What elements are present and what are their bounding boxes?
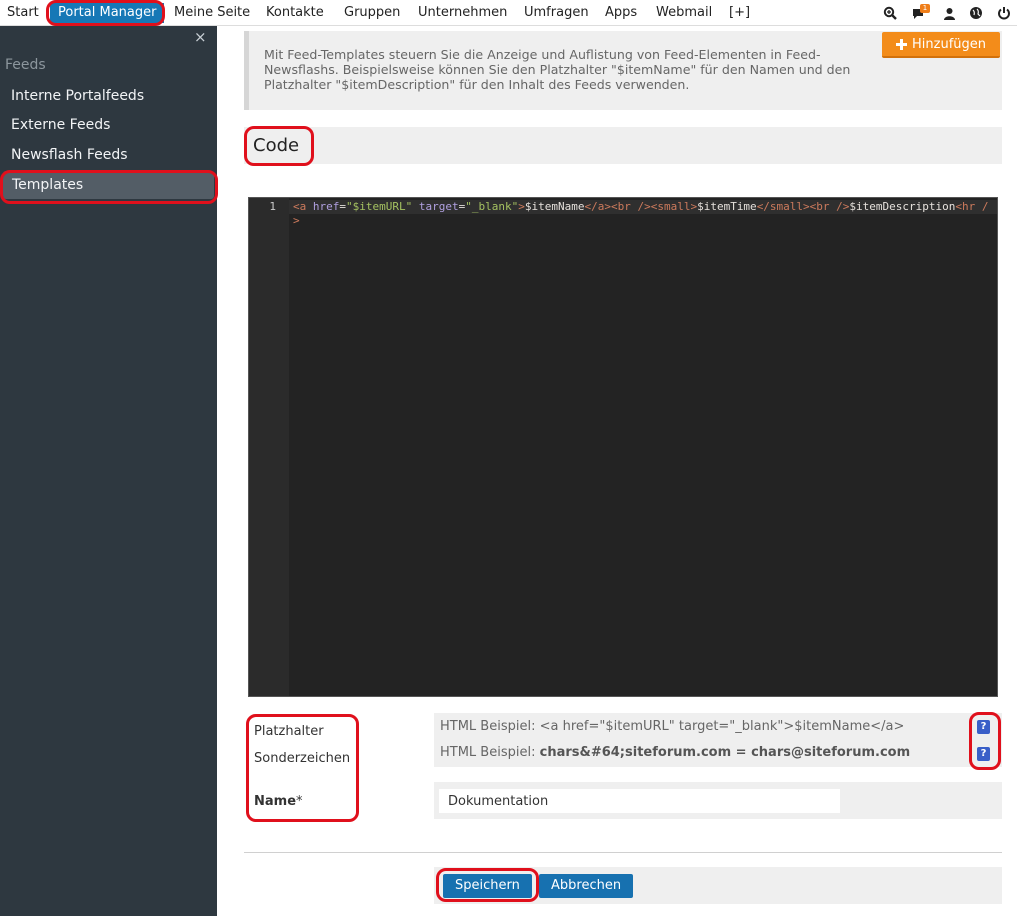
sidebar-item-newsflash-feeds[interactable]: Newsflash Feeds: [11, 147, 128, 163]
help-icon-placeholder[interactable]: ?: [977, 720, 990, 734]
nav-item-unternehmen[interactable]: Unternehmen: [418, 3, 507, 23]
close-icon[interactable]: ×: [194, 29, 207, 45]
special-example-code: chars&#64;siteforum.com = chars@siteforu…: [539, 745, 911, 760]
name-field-row: [434, 782, 1002, 819]
divider: [244, 852, 1002, 853]
name-input[interactable]: [439, 789, 840, 813]
power-icon[interactable]: [995, 4, 1013, 22]
name-label: Name*: [254, 794, 303, 809]
nav-item-umfragen[interactable]: Umfragen: [524, 3, 589, 23]
code-content[interactable]: <a href="$itemURL" target="_blank">$item…: [293, 200, 993, 228]
sidebar-item-templates[interactable]: Templates: [3, 171, 214, 199]
nav-item-kontakte[interactable]: Kontakte: [266, 3, 324, 23]
add-button-label: Hinzufügen: [912, 36, 986, 52]
nav-item-start[interactable]: Start: [7, 3, 39, 23]
nav-item-apps[interactable]: Apps: [605, 3, 637, 23]
chat-icon[interactable]: 1: [910, 4, 930, 22]
line-number: 1: [269, 200, 276, 213]
nav-item-webmail[interactable]: Webmail: [656, 3, 712, 23]
help-icon-special-chars[interactable]: ?: [977, 747, 990, 761]
required-mark: *: [296, 794, 303, 809]
save-button[interactable]: Speichern: [443, 874, 532, 898]
editor-gutter: 1: [249, 198, 289, 696]
globe-icon[interactable]: [967, 4, 985, 22]
nav-item-more[interactable]: [+]: [729, 3, 750, 23]
placeholder-example-code: <a href="$itemURL" target="_blank">$item…: [539, 719, 905, 734]
notification-badge: 1: [920, 4, 930, 13]
name-label-text: Name: [254, 794, 297, 809]
placeholder-info-box: HTML Beispiel: <a href="$itemURL" target…: [434, 713, 1002, 767]
special-chars-example: HTML Beispiel: chars&#64;siteforum.com =…: [440, 745, 910, 760]
sidebar-item-externe-feeds[interactable]: Externe Feeds: [11, 117, 110, 133]
action-bar: Speichern Abbrechen: [434, 867, 1002, 904]
user-icon[interactable]: [940, 4, 958, 22]
info-text: Mit Feed-Templates steuern Sie die Anzei…: [264, 47, 851, 92]
code-editor[interactable]: 1 <a href="$itemURL" target="_blank">$it…: [248, 197, 998, 697]
top-navigation: Start Portal Manager Meine Seite Kontakt…: [0, 0, 1017, 26]
nav-item-meine-seite[interactable]: Meine Seite: [174, 3, 250, 23]
sidebar-section-title: Feeds: [5, 57, 46, 73]
sidebar: × Feeds Interne Portalfeeds Externe Feed…: [0, 26, 217, 916]
placeholder-example-prefix: HTML Beispiel:: [440, 719, 540, 734]
add-button[interactable]: Hinzufügen: [882, 32, 1000, 58]
special-chars-label: Sonderzeichen: [254, 751, 351, 766]
placeholder-example: HTML Beispiel: <a href="$itemURL" target…: [440, 719, 904, 734]
special-example-prefix: HTML Beispiel:: [440, 745, 540, 760]
code-section-title: Code: [253, 135, 300, 156]
nav-item-gruppen[interactable]: Gruppen: [344, 3, 400, 23]
placeholder-label: Platzhalter: [254, 724, 324, 739]
search-zoom-icon[interactable]: [881, 4, 899, 22]
nav-item-portal-manager[interactable]: Portal Manager: [50, 3, 165, 23]
cancel-button[interactable]: Abbrechen: [539, 874, 634, 898]
plus-icon: [896, 38, 907, 50]
sidebar-item-interne-portalfeeds[interactable]: Interne Portalfeeds: [11, 88, 144, 104]
code-section-header: Code: [244, 127, 1002, 164]
